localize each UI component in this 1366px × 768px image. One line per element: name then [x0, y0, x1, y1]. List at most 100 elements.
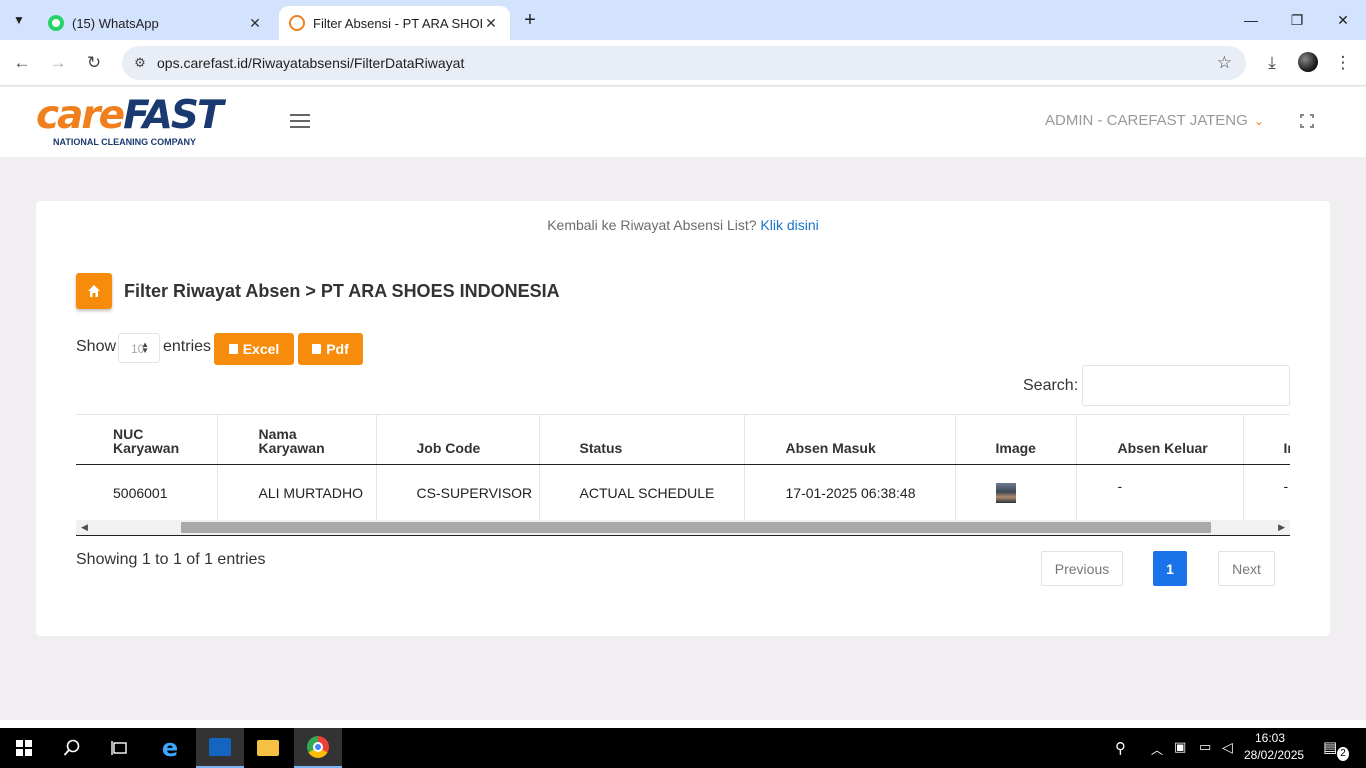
- close-icon[interactable]: ✕: [246, 15, 264, 32]
- pdf-label: Pdf: [326, 341, 349, 357]
- horizontal-scrollbar[interactable]: ◀ ▶: [76, 520, 1290, 536]
- search-input[interactable]: [1082, 365, 1290, 406]
- col-nama-karyawan[interactable]: Nama Karyawan: [217, 414, 377, 465]
- site-info-icon[interactable]: ⚙: [132, 55, 148, 71]
- logo-tagline: NATIONAL CLEANING COMPANY: [53, 137, 196, 147]
- attendance-table: NUC Karyawan Nama Karyawan Job Code Stat…: [76, 414, 1290, 521]
- site-header: careFAST NATIONAL CLEANING COMPANY ADMIN…: [0, 87, 1366, 157]
- carefast-favicon-icon: [289, 15, 305, 31]
- search-label: Search:: [1023, 377, 1079, 394]
- scrollbar-thumb[interactable]: [181, 522, 1211, 533]
- browser-tabstrip: ▼ (15) WhatsApp ✕ Filter Absensi - PT AR…: [0, 0, 1366, 40]
- header-label: In: [1283, 440, 1291, 456]
- volume-icon[interactable]: ◁: [1222, 739, 1233, 756]
- pagination-next[interactable]: Next: [1218, 551, 1275, 586]
- pdf-file-icon: [312, 344, 322, 354]
- edge-icon[interactable]: e: [146, 728, 194, 768]
- notification-badge: 2: [1337, 747, 1349, 761]
- chevron-down-icon: ⌄: [1253, 114, 1264, 128]
- header-label: Absen Masuk: [785, 440, 876, 456]
- security-icon[interactable]: ▣: [1174, 739, 1186, 755]
- hamburger-menu-icon[interactable]: [290, 114, 310, 128]
- cell-in: -: [1283, 478, 1289, 494]
- select-arrows-icon: ▲ ▼: [141, 340, 149, 355]
- home-button[interactable]: [76, 273, 112, 309]
- forward-arrow-icon[interactable]: →: [44, 49, 72, 77]
- task-view-icon[interactable]: [96, 728, 144, 768]
- whatsapp-icon: [48, 15, 64, 31]
- pagination-previous[interactable]: Previous: [1041, 551, 1123, 586]
- logo-fast-text: FAST: [123, 93, 223, 138]
- browser-toolbar: ← → ↻ ⚙ ops.carefast.id/Riwayatabsensi/F…: [0, 40, 1366, 86]
- chrome-icon[interactable]: [294, 728, 342, 768]
- col-in[interactable]: In: [1243, 414, 1291, 465]
- file-explorer-icon[interactable]: [244, 728, 292, 768]
- new-tab-button[interactable]: +: [518, 9, 542, 33]
- col-absen-keluar[interactable]: Absen Keluar: [1076, 414, 1244, 465]
- header-label: NUC Karyawan: [113, 426, 180, 456]
- reload-icon[interactable]: ↻: [80, 49, 108, 77]
- people-icon[interactable]: ⚲: [1115, 739, 1126, 757]
- url-text: ops.carefast.id/Riwayatabsensi/FilterDat…: [157, 55, 465, 71]
- back-arrow-icon[interactable]: ←: [8, 49, 36, 77]
- minimize-button[interactable]: —: [1228, 8, 1274, 32]
- notification-center-icon[interactable]: ▤: [1323, 738, 1337, 756]
- user-menu-label: ADMIN - CAREFAST JATENG: [1045, 112, 1248, 129]
- menu-dots-icon[interactable]: ⋮: [1330, 50, 1356, 76]
- content-card: Kembali ke Riwayat Absensi List? Klik di…: [36, 201, 1330, 636]
- tab-filter-absensi[interactable]: Filter Absensi - PT ARA SHOES I ✕: [279, 6, 510, 40]
- close-icon[interactable]: ✕: [482, 15, 500, 32]
- user-menu[interactable]: ADMIN - CAREFAST JATENG ⌄: [1045, 112, 1264, 129]
- back-text: Kembali ke Riwayat Absensi List?: [547, 217, 757, 233]
- table-row: 5006001 ALI MURTADHO CS-SUPERVISOR ACTUA…: [76, 464, 1290, 521]
- col-job-code[interactable]: Job Code: [376, 414, 540, 465]
- attendance-photo-thumbnail[interactable]: [995, 482, 1016, 503]
- pagination-page-1[interactable]: 1: [1153, 551, 1187, 586]
- col-status[interactable]: Status: [539, 414, 745, 465]
- cell-status: ACTUAL SCHEDULE: [539, 464, 745, 521]
- back-to-list-line: Kembali ke Riwayat Absensi List? Klik di…: [36, 217, 1330, 233]
- col-image[interactable]: Image: [955, 414, 1077, 465]
- table-header-row: NUC Karyawan Nama Karyawan Job Code Stat…: [76, 414, 1291, 465]
- back-link[interactable]: Klik disini: [760, 217, 818, 233]
- cell-absen-keluar: -: [1076, 464, 1244, 521]
- profile-avatar[interactable]: [1298, 52, 1318, 72]
- restore-button[interactable]: ❐: [1274, 8, 1320, 32]
- carefast-logo[interactable]: careFAST NATIONAL CLEANING COMPANY: [36, 96, 228, 148]
- outlook-icon[interactable]: [196, 728, 244, 768]
- excel-export-button[interactable]: Excel: [214, 333, 294, 365]
- pdf-export-button[interactable]: Pdf: [298, 333, 363, 365]
- network-icon[interactable]: ▭: [1199, 739, 1211, 755]
- cell-nama: ALI MURTADHO: [217, 464, 377, 521]
- excel-file-icon: [228, 344, 238, 354]
- start-button[interactable]: [0, 728, 48, 768]
- page-bottom-strip: [0, 720, 1366, 728]
- clock-time[interactable]: 16:03: [1244, 731, 1296, 745]
- tab-title: (15) WhatsApp: [72, 15, 159, 31]
- cell-nuc: 5006001: [76, 464, 218, 521]
- table-info: Showing 1 to 1 of 1 entries: [76, 551, 266, 568]
- page-length-select[interactable]: 10 ▲ ▼: [118, 333, 160, 363]
- fullscreen-icon[interactable]: [1299, 113, 1315, 129]
- tab-whatsapp[interactable]: (15) WhatsApp ✕: [38, 6, 274, 40]
- attendance-table-wrapper: NUC Karyawan Nama Karyawan Job Code Stat…: [76, 414, 1290, 537]
- header-label: Nama Karyawan: [258, 426, 325, 456]
- col-nuc-karyawan[interactable]: NUC Karyawan: [76, 414, 218, 465]
- home-icon: [88, 285, 100, 297]
- col-absen-masuk[interactable]: Absen Masuk: [744, 414, 956, 465]
- search-icon[interactable]: [48, 728, 96, 768]
- cell-image: [955, 464, 1077, 521]
- cell-absen-masuk: 17-01-2025 06:38:48: [744, 464, 956, 521]
- bookmark-star-icon[interactable]: ☆: [1217, 53, 1232, 73]
- header-label: Job Code: [416, 440, 481, 456]
- scroll-left-icon[interactable]: ◀: [81, 522, 88, 533]
- chevron-down-icon: ▼: [13, 13, 25, 27]
- chevron-up-icon[interactable]: ︿: [1151, 741, 1163, 758]
- address-bar[interactable]: ⚙ ops.carefast.id/Riwayatabsensi/FilterD…: [122, 46, 1246, 80]
- tab-search-button[interactable]: ▼: [6, 7, 32, 33]
- close-window-button[interactable]: ✕: [1320, 8, 1366, 32]
- scroll-right-icon[interactable]: ▶: [1278, 522, 1285, 533]
- download-icon[interactable]: ⤓: [1259, 50, 1285, 76]
- clock-date[interactable]: 28/02/2025: [1244, 748, 1304, 762]
- windows-taskbar: e ⚲ ︿ ▣ ▭ ◁ 16:03 28/02/2025 ▤ 2: [0, 728, 1366, 768]
